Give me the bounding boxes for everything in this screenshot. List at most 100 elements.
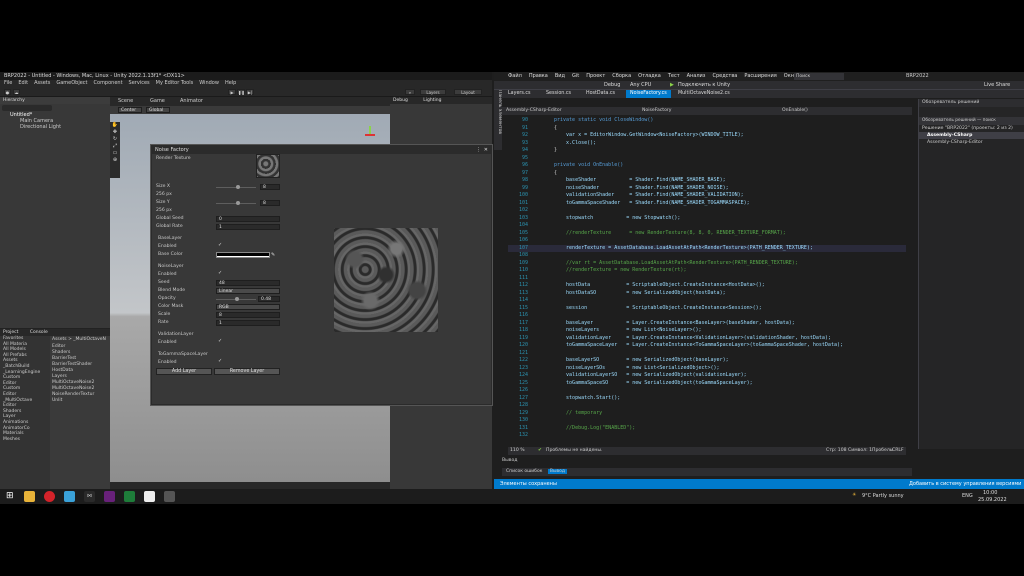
pivot-dropdown[interactable]: Center xyxy=(118,107,142,113)
account-icon[interactable]: ● xyxy=(4,89,11,95)
hand-tool-icon[interactable]: ✋ xyxy=(110,122,120,129)
code-line[interactable]: 115 session = ScriptableObject.CreateIns… xyxy=(508,305,906,312)
vs-menu-item[interactable]: Правка xyxy=(529,72,548,81)
layers-dropdown[interactable]: Layers xyxy=(420,89,446,95)
code-line[interactable]: 101 toGammaSpaceShader = Shader.Find(NAM… xyxy=(508,200,906,207)
play-button[interactable]: ▶ xyxy=(228,89,236,95)
start-icon[interactable]: ⊞ xyxy=(6,491,17,502)
code-line[interactable]: 90 private static void CloseWindow() xyxy=(508,117,906,124)
hierarchy-item[interactable]: Directional Light xyxy=(20,124,61,130)
code-line[interactable]: 127 stopwatch.Start(); xyxy=(508,395,906,402)
code-line[interactable]: 108 xyxy=(508,252,906,259)
weather-text[interactable]: 9°C Partly sunny xyxy=(862,493,904,499)
unity-menu-item[interactable]: Services xyxy=(129,80,150,87)
code-line[interactable]: 94} xyxy=(508,147,906,154)
code-line[interactable]: 126 xyxy=(508,387,906,394)
code-line[interactable]: 107 renderTexture = AssetDatabase.LoadAs… xyxy=(508,244,906,252)
vs-menu-item[interactable]: Проект xyxy=(586,72,605,81)
tab-noisefactory[interactable]: NoiseFactory.cs xyxy=(626,90,671,98)
code-line[interactable]: 117 baseLayer = Layer.CreateInstance<Bas… xyxy=(508,320,906,327)
excel-icon[interactable] xyxy=(124,491,135,502)
render-texture-thumbnail[interactable] xyxy=(256,154,280,178)
tab-lighting[interactable]: Lighting xyxy=(423,98,441,103)
visual-studio-icon[interactable] xyxy=(104,491,115,502)
attach-button[interactable]: Подключить к Unity xyxy=(678,81,730,90)
size-x-field[interactable]: 8 xyxy=(260,184,280,190)
search-icon[interactable]: ⌕ xyxy=(405,89,415,95)
unity-hub-icon[interactable] xyxy=(144,491,155,502)
code-line[interactable]: 123 noiseLayerSOs = new List<SerializedO… xyxy=(508,365,906,372)
vs-search-input[interactable]: Поиск xyxy=(794,73,844,80)
code-line[interactable]: 91 { xyxy=(508,125,906,132)
code-line[interactable]: 110 //renderTexture = new RenderTexture(… xyxy=(508,267,906,274)
pause-button[interactable]: ❚❚ xyxy=(237,89,245,95)
app-icon[interactable] xyxy=(64,491,75,502)
vs-menu-item[interactable]: Расширения xyxy=(744,72,776,81)
solution-item[interactable]: Assembly-CSharp xyxy=(919,132,1024,139)
size-x-slider[interactable] xyxy=(216,185,256,189)
vs-menu-item[interactable]: Git xyxy=(572,72,579,81)
code-line[interactable]: 121 xyxy=(508,350,906,357)
code-line[interactable]: 111 xyxy=(508,275,906,282)
code-line[interactable]: 128 xyxy=(508,402,906,409)
clock-time[interactable]: 10:00 xyxy=(983,490,997,496)
config-dropdown[interactable]: Debug xyxy=(604,81,620,90)
code-line[interactable]: 105 //renderTexture = new RenderTexture(… xyxy=(508,230,906,237)
code-line[interactable]: 125 toGammaSpaceSO = new SerializedObjec… xyxy=(508,380,906,387)
opacity-slider[interactable] xyxy=(216,297,256,301)
vs-menu-item[interactable]: Отладка xyxy=(638,72,661,81)
vs-menu-item[interactable]: Анализ xyxy=(687,72,706,81)
code-line[interactable]: 100 validationShader = Shader.Find(NAME_… xyxy=(508,192,906,199)
size-y-slider[interactable] xyxy=(216,201,256,205)
opera-icon[interactable] xyxy=(44,491,55,502)
tab-game[interactable]: Game xyxy=(150,98,165,104)
code-line[interactable]: 116 xyxy=(508,312,906,319)
unity-menu-item[interactable]: Edit xyxy=(18,80,28,87)
unity-menu-item[interactable]: File xyxy=(4,80,12,87)
vs-menu-item[interactable]: Средства xyxy=(712,72,737,81)
code-line[interactable]: 129 // temporary xyxy=(508,410,906,417)
base-enabled-checkbox[interactable]: ✓ xyxy=(218,243,223,248)
step-button[interactable]: ▶| xyxy=(246,89,254,95)
size-y-field[interactable]: 8 xyxy=(260,200,280,206)
issues-text[interactable]: Проблемы не найдены. xyxy=(546,447,603,455)
explorer-icon[interactable] xyxy=(24,491,35,502)
tab-layers[interactable]: Layers.cs xyxy=(504,90,535,98)
vs-menu-item[interactable]: Сборка xyxy=(612,72,631,81)
vs-menu-item[interactable]: Файл xyxy=(508,72,522,81)
platform-dropdown[interactable]: Any CPU xyxy=(630,81,651,90)
move-tool-icon[interactable]: ✥ xyxy=(110,129,120,136)
rect-tool-icon[interactable]: ▭ xyxy=(110,150,120,157)
code-line[interactable]: 99 noiseShader = Shader.Find(NAME_SHADER… xyxy=(508,185,906,192)
code-line[interactable]: 95 xyxy=(508,155,906,162)
menu-icon[interactable]: ⋮ xyxy=(476,146,481,154)
code-line[interactable]: 106 xyxy=(508,237,906,244)
live-share-button[interactable]: Live Share xyxy=(984,81,1010,90)
gamma-enabled-checkbox[interactable]: ✓ xyxy=(218,359,223,364)
code-line[interactable]: 102 xyxy=(508,207,906,214)
hierarchy-search[interactable] xyxy=(2,105,52,111)
code-line[interactable]: 92 var x = EditorWindow.GetWindow<NoiseF… xyxy=(508,132,906,139)
remove-layer-button[interactable]: Remove Layer xyxy=(214,368,280,375)
weather-icon[interactable]: ☀ xyxy=(852,492,856,498)
nav-member[interactable]: OnEnable() xyxy=(782,107,808,115)
transform-tool-icon[interactable]: ⊕ xyxy=(110,157,120,164)
add-source-control[interactable]: Добавить в систему управления версиями xyxy=(909,479,1021,489)
opacity-field[interactable]: 0.48 xyxy=(258,296,280,302)
code-line[interactable]: 103 stopwatch = new Stopwatch(); xyxy=(508,215,906,222)
whitespace-mode[interactable]: Пробелы xyxy=(872,447,893,455)
scale-tool-icon[interactable]: ⤢ xyxy=(110,143,120,150)
tab-error-list[interactable]: Список ошибок xyxy=(506,469,542,474)
code-line[interactable]: 131 //Debug.Log("ENABLED"); xyxy=(508,425,906,432)
attach-play-icon[interactable]: ▶ xyxy=(670,81,674,90)
blend-mode-dropdown[interactable]: Linear xyxy=(216,288,280,294)
clock-date[interactable]: 25.09.2022 xyxy=(978,497,1007,503)
code-editor[interactable]: 90 private static void CloseWindow() 91 {92… xyxy=(508,115,906,447)
unity-menu-item[interactable]: Help xyxy=(225,80,236,87)
tab-animator[interactable]: Animator xyxy=(180,98,203,104)
vs-menu-item[interactable]: Тест xyxy=(668,72,680,81)
global-seed-field[interactable]: 0 xyxy=(216,216,280,222)
tab-session[interactable]: Session.cs xyxy=(542,90,575,98)
solution-item[interactable]: Решение "BRP2022" (проекты: 2 из 2) xyxy=(919,125,1024,132)
unity-menu-item[interactable]: Component xyxy=(94,80,123,87)
